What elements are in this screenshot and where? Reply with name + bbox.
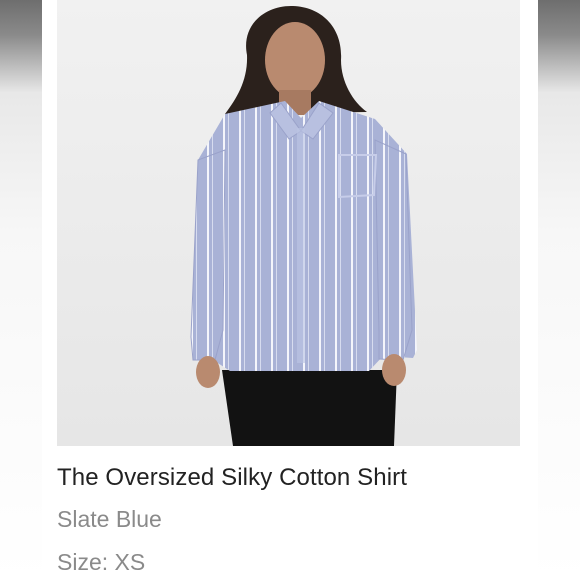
product-color: Slate Blue (57, 506, 162, 532)
product-image[interactable] (57, 0, 520, 446)
shirt-placket (297, 128, 305, 363)
right-hand (382, 354, 406, 386)
black-pants (222, 370, 397, 446)
face (265, 22, 325, 98)
left-hand (196, 356, 220, 388)
product-screen: The Oversized Silky Cotton Shirt Slate B… (0, 0, 580, 580)
product-photo (57, 0, 520, 446)
right-gutter (538, 0, 580, 580)
right-sleeve (374, 139, 413, 361)
product-title[interactable]: The Oversized Silky Cotton Shirt (57, 464, 407, 492)
product-size: Size: XS (57, 549, 146, 575)
product-card[interactable]: The Oversized Silky Cotton Shirt Slate B… (42, 0, 538, 580)
left-gutter (0, 0, 42, 580)
